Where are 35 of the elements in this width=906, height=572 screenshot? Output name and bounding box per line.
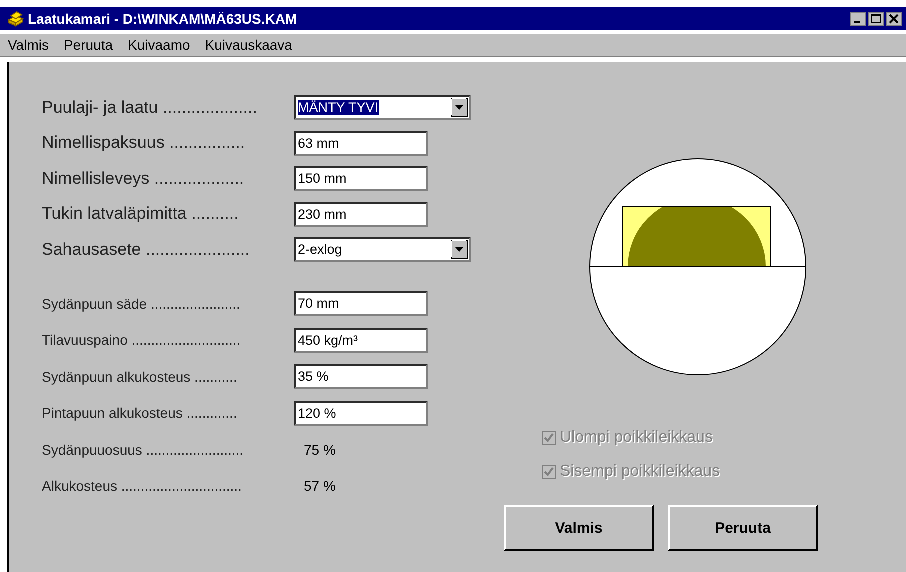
input-field[interactable]: 230 mm [294,202,428,227]
close-icon[interactable] [886,12,902,26]
value-text: 57 % [303,478,336,494]
field-label: Tilavuuspaino ............................ [42,332,242,348]
menu-item[interactable]: Kuivaamo [128,37,190,53]
minimize-icon[interactable] [850,12,866,26]
input-field[interactable]: 70 mm [294,291,428,316]
field-label: Alkukosteus ............................... [42,478,243,494]
field-label: Sydänpuuosuus ......................... [42,442,245,458]
dropdown[interactable]: MÄNTY TYVI [294,95,471,120]
dropdown[interactable]: 2-exlog [294,237,471,262]
field-label: Sahausasete ...................... [42,240,251,260]
field-label: Pintapuun alkukosteus ............. [42,405,238,422]
input-field[interactable]: 150 mm [294,166,428,192]
maximize-icon[interactable] [868,12,884,26]
menu-item[interactable]: Peruuta [64,37,114,53]
checkbox-label: Ulompi poikkileikkaus [560,429,713,447]
field-label: Sydänpuun alkukosteus ........... [42,368,238,385]
field-label: Tukin latvaläpimitta .......... [42,204,240,224]
field-label: Sydänpuun säde ....................... [42,296,242,312]
value-text: 75 % [303,442,336,458]
menu-item[interactable]: Valmis [8,37,49,53]
input-field[interactable]: 450 kg/m³ [294,328,428,353]
input-field[interactable]: 120 % [294,400,428,426]
dialog-button[interactable]: Valmis [504,505,654,551]
checkbox-label: Sisempi poikkileikkaus [560,463,720,481]
dialog-button[interactable]: Peruuta [668,505,818,551]
menu-item[interactable]: Kuivauskaava [205,37,292,53]
field-label: Nimellisleveys ................... [42,168,246,189]
window-title: Laatukamari - D:\WINKAM\MÄ63US.KAM [28,10,298,26]
field-label: Nimellispaksuus ................ [42,133,246,154]
field-label: Puulaji- ja laatu .................... [42,98,258,118]
boxes-icon [7,10,25,26]
input-field[interactable]: 35 % [294,364,428,390]
input-field[interactable]: 63 mm [294,130,428,156]
